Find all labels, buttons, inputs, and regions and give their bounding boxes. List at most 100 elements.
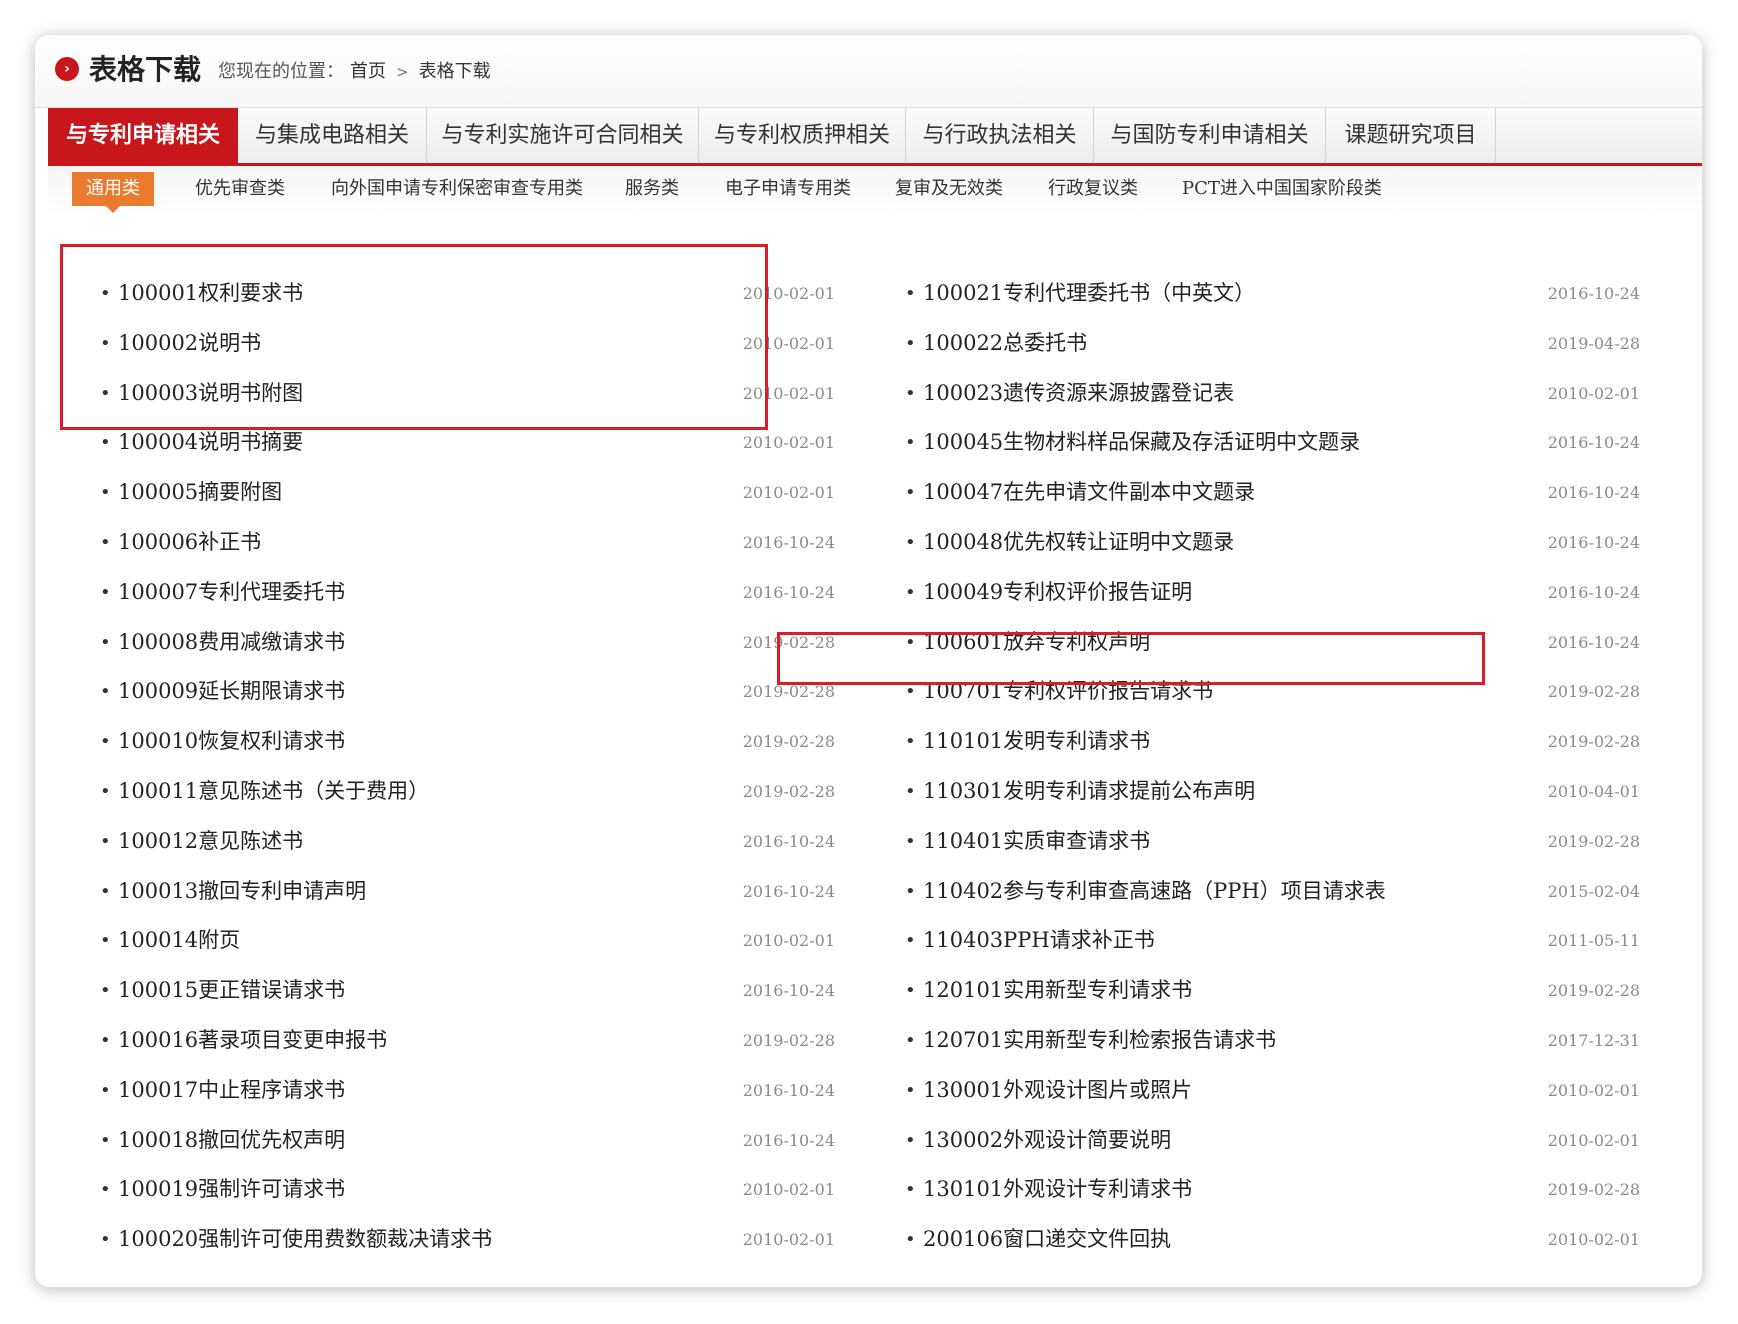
form-list-item[interactable]: • 100011意见陈述书（关于费用） 2019-02-28 <box>100 767 835 817</box>
form-list-item[interactable]: • 200106窗口递交文件回执 2010-02-01 <box>905 1215 1640 1265</box>
bullet-icon: • <box>905 1229 916 1251</box>
form-download-link[interactable]: 100010恢复权利请求书 <box>118 717 345 767</box>
form-date: 2019-02-28 <box>1547 981 1640 1001</box>
tab-license-contract[interactable]: 与专利实施许可合同相关 <box>427 108 699 163</box>
form-list-item[interactable]: • 100048优先权转让证明中文题录 2016-10-24 <box>905 518 1640 568</box>
form-download-link[interactable]: 100045生物材料样品保藏及存活证明中文题录 <box>923 418 1360 468</box>
form-list-item[interactable]: • 100017中止程序请求书 2016-10-24 <box>100 1066 835 1116</box>
bullet-icon: • <box>905 731 916 753</box>
form-download-link[interactable]: 100049专利权评价报告证明 <box>923 568 1192 618</box>
subtab-priority-review[interactable]: 优先审查类 <box>195 172 285 206</box>
form-list-item[interactable]: • 100023遗传资源来源披露登记表 2010-02-01 <box>905 369 1640 419</box>
bullet-icon: • <box>100 731 111 753</box>
form-download-link[interactable]: 100015更正错误请求书 <box>118 966 345 1016</box>
form-list-item[interactable]: • 130002外观设计简要说明 2010-02-01 <box>905 1116 1640 1166</box>
form-download-link[interactable]: 100008费用减缴请求书 <box>118 618 345 668</box>
bullet-icon: • <box>905 1129 916 1151</box>
form-date: 2016-10-24 <box>742 981 835 1001</box>
bullet-icon: • <box>100 780 111 802</box>
tab-defense-patent[interactable]: 与国防专利申请相关 <box>1094 108 1326 163</box>
form-download-link[interactable]: 100005摘要附图 <box>118 468 282 518</box>
subtab-service[interactable]: 服务类 <box>625 172 679 206</box>
bullet-icon: • <box>905 880 916 902</box>
form-list-item[interactable]: • 100010恢复权利请求书 2019-02-28 <box>100 717 835 767</box>
form-list-item[interactable]: • 120701实用新型专利检索报告请求书 2017-12-31 <box>905 1016 1640 1066</box>
form-date: 2016-10-24 <box>1547 284 1640 303</box>
form-download-link[interactable]: 110301发明专利请求提前公布声明 <box>923 767 1255 817</box>
tab-patent-application[interactable]: 与专利申请相关 <box>48 108 238 163</box>
highlight-box-left <box>60 244 768 430</box>
subtab-reexamination[interactable]: 复审及无效类 <box>895 172 1003 206</box>
form-download-link[interactable]: 120701实用新型专利检索报告请求书 <box>923 1016 1276 1066</box>
form-download-link[interactable]: 200106窗口递交文件回执 <box>923 1215 1171 1265</box>
breadcrumb-home-link[interactable]: 首页 <box>350 61 386 82</box>
form-download-link[interactable]: 130002外观设计简要说明 <box>923 1116 1171 1166</box>
form-list-item[interactable]: • 110301发明专利请求提前公布声明 2010-04-01 <box>905 767 1640 817</box>
form-list-item[interactable]: • 100016著录项目变更申报书 2019-02-28 <box>100 1016 835 1066</box>
form-list-item[interactable]: • 100020强制许可使用费数额裁决请求书 2010-02-01 <box>100 1215 835 1265</box>
form-download-link[interactable]: 110101发明专利请求书 <box>923 717 1150 767</box>
form-list-item[interactable]: • 110403PPH请求补正书 2011-05-11 <box>905 916 1640 966</box>
form-download-link[interactable]: 130001外观设计图片或照片 <box>923 1066 1192 1116</box>
form-list-item[interactable]: • 100018撤回优先权声明 2016-10-24 <box>100 1116 835 1166</box>
form-download-link[interactable]: 100013撤回专利申请声明 <box>118 867 366 917</box>
form-list-item[interactable]: • 100047在先申请文件副本中文题录 2016-10-24 <box>905 468 1640 518</box>
form-download-link[interactable]: 110402参与专利审查高速路（PPH）项目请求表 <box>923 867 1386 917</box>
form-download-link[interactable]: 120101实用新型专利请求书 <box>923 966 1192 1016</box>
form-list-item[interactable]: • 100012意见陈述书 2016-10-24 <box>100 817 835 867</box>
form-download-link[interactable]: 100014附页 <box>118 916 240 966</box>
form-list-item[interactable]: • 100007专利代理委托书 2016-10-24 <box>100 568 835 618</box>
tab-integrated-circuit[interactable]: 与集成电路相关 <box>238 108 427 163</box>
form-download-link[interactable]: 100021专利代理委托书（中英文） <box>923 269 1255 319</box>
form-list-item[interactable]: • 120101实用新型专利请求书 2019-02-28 <box>905 966 1640 1016</box>
form-list-item[interactable]: • 110101发明专利请求书 2019-02-28 <box>905 717 1640 767</box>
form-list-item[interactable]: • 100013撤回专利申请声明 2016-10-24 <box>100 867 835 917</box>
form-download-link[interactable]: 100022总委托书 <box>923 319 1087 369</box>
form-download-link[interactable]: 100048优先权转让证明中文题录 <box>923 518 1234 568</box>
form-list-item[interactable]: • 100005摘要附图 2010-02-01 <box>100 468 835 518</box>
form-download-link[interactable]: 100016著录项目变更申报书 <box>118 1016 387 1066</box>
highlight-box-right <box>777 632 1485 685</box>
subtab-e-filing[interactable]: 电子申请专用类 <box>725 172 851 206</box>
form-list-item[interactable]: • 130001外观设计图片或照片 2010-02-01 <box>905 1066 1640 1116</box>
form-download-link[interactable]: 100007专利代理委托书 <box>118 568 345 618</box>
form-date: 2019-02-28 <box>1547 831 1640 851</box>
form-list-item[interactable]: • 100022总委托书 2019-04-28 <box>905 319 1640 369</box>
form-download-link[interactable]: 110401实质审查请求书 <box>923 817 1150 867</box>
form-download-link[interactable]: 100009延长期限请求书 <box>118 667 345 717</box>
form-list-item[interactable]: • 110401实质审查请求书 2019-02-28 <box>905 817 1640 867</box>
form-download-link[interactable]: 100011意见陈述书（关于费用） <box>118 767 429 817</box>
form-download-link[interactable]: 100017中止程序请求书 <box>118 1066 345 1116</box>
form-list-item[interactable]: • 100014附页 2010-02-01 <box>100 916 835 966</box>
subtab-foreign-secrecy[interactable]: 向外国申请专利保密审查专用类 <box>331 172 583 206</box>
form-list-item[interactable]: • 100008费用减缴请求书 2019-02-28 <box>100 618 835 668</box>
form-download-link[interactable]: 110403PPH请求补正书 <box>923 916 1155 966</box>
form-list-item[interactable]: • 100006补正书 2016-10-24 <box>100 518 835 568</box>
subtab-pct-national-phase[interactable]: PCT进入中国国家阶段类 <box>1182 172 1382 206</box>
bullet-icon: • <box>100 581 111 603</box>
form-download-link[interactable]: 100006补正书 <box>118 518 261 568</box>
subtab-administrative-review[interactable]: 行政复议类 <box>1048 172 1138 206</box>
subtab-general[interactable]: 通用类 <box>72 172 154 213</box>
form-date: 2010-02-01 <box>742 483 835 503</box>
bullet-icon: • <box>905 581 916 603</box>
bullet-icon: • <box>100 531 111 553</box>
form-list-item[interactable]: • 100019强制许可请求书 2010-02-01 <box>100 1165 835 1215</box>
form-download-link[interactable]: 100018撤回优先权声明 <box>118 1116 345 1166</box>
form-list-item[interactable]: • 100045生物材料样品保藏及存活证明中文题录 2016-10-24 <box>905 418 1640 468</box>
form-download-link[interactable]: 100012意见陈述书 <box>118 817 303 867</box>
form-download-link[interactable]: 100020强制许可使用费数额裁决请求书 <box>118 1215 492 1265</box>
form-list-item[interactable]: • 100009延长期限请求书 2019-02-28 <box>100 667 835 717</box>
tab-research-projects[interactable]: 课题研究项目 <box>1326 108 1496 163</box>
form-list-item[interactable]: • 100015更正错误请求书 2016-10-24 <box>100 966 835 1016</box>
tab-pledge[interactable]: 与专利权质押相关 <box>699 108 906 163</box>
form-list-item[interactable]: • 110402参与专利审查高速路（PPH）项目请求表 2015-02-04 <box>905 867 1640 917</box>
form-list-item[interactable]: • 100049专利权评价报告证明 2016-10-24 <box>905 568 1640 618</box>
form-download-link[interactable]: 130101外观设计专利请求书 <box>923 1165 1192 1215</box>
form-list-item[interactable]: • 130101外观设计专利请求书 2019-02-28 <box>905 1165 1640 1215</box>
form-download-link[interactable]: 100047在先申请文件副本中文题录 <box>923 468 1255 518</box>
form-list-item[interactable]: • 100021专利代理委托书（中英文） 2016-10-24 <box>905 269 1640 319</box>
tab-administrative-enforcement[interactable]: 与行政执法相关 <box>906 108 1094 163</box>
form-download-link[interactable]: 100019强制许可请求书 <box>118 1165 345 1215</box>
form-download-link[interactable]: 100023遗传资源来源披露登记表 <box>923 369 1234 419</box>
